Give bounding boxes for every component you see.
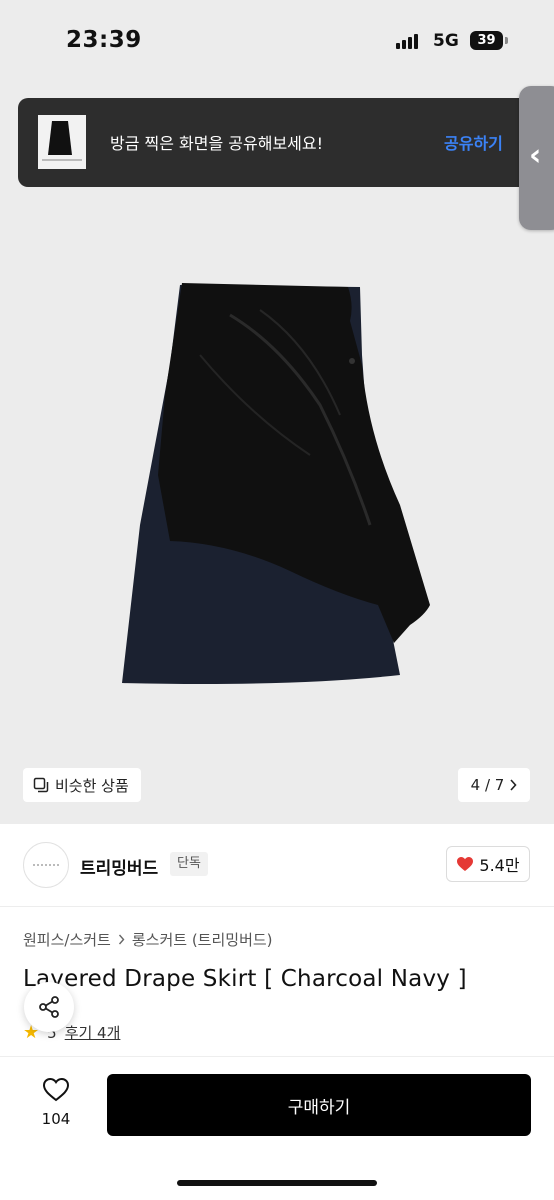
bottom-action-bar: 104 구매하기 [0, 1056, 554, 1200]
chevron-right-icon [118, 934, 125, 945]
brand-like-count: 5.4만 [479, 856, 520, 875]
brand-like-button[interactable]: 5.4만 [446, 846, 530, 882]
breadcrumb-subcategory[interactable]: 롱스커트 (트리밍버드) [132, 929, 273, 950]
similar-items-icon [33, 777, 49, 793]
network-type: 5G [433, 31, 459, 51]
share-icon [39, 996, 59, 1018]
battery-icon: 39 [470, 31, 503, 50]
share-fab[interactable] [24, 982, 74, 1032]
product-title: Layered Drape Skirt [ Charcoal Navy ] [23, 966, 467, 992]
wishlist-button[interactable]: 104 [30, 1077, 82, 1128]
home-indicator [177, 1180, 377, 1186]
signal-icon [396, 33, 422, 49]
side-panel-handle[interactable]: ‹ [519, 86, 554, 230]
heart-icon [457, 857, 474, 871]
similar-products-label: 비슷한 상품 [55, 776, 129, 795]
reviews-link[interactable]: 후기 4개 [65, 1022, 121, 1043]
brand-logo[interactable] [23, 842, 69, 888]
status-time: 23:39 [66, 27, 142, 53]
brand-row: 트리밍버드 단독 5.4만 [0, 824, 554, 906]
heart-outline-icon [42, 1077, 70, 1102]
chevron-left-icon: ‹ [529, 138, 542, 173]
screenshot-share-toast[interactable]: 방금 찍은 화면을 공유해보세요! 공유하기 [18, 98, 538, 187]
wishlist-count: 104 [41, 1110, 71, 1128]
similar-products-button[interactable]: 비슷한 상품 [23, 768, 141, 802]
divider [0, 906, 554, 907]
buy-button[interactable]: 구매하기 [107, 1074, 531, 1136]
share-button[interactable]: 공유하기 [444, 130, 503, 154]
screenshot-thumbnail[interactable] [38, 115, 86, 169]
product-gallery[interactable]: 비슷한 상품 4 / 7 [0, 80, 554, 824]
battery-cap [505, 37, 508, 44]
toast-message: 방금 찍은 화면을 공유해보세요! [110, 134, 324, 153]
breadcrumb: 원피스/스커트 롱스커트 (트리밍버드) [23, 929, 273, 950]
chevron-right-icon [510, 779, 517, 791]
exclusive-badge: 단독 [170, 852, 208, 876]
brand-name[interactable]: 트리밍버드 [80, 854, 158, 879]
status-bar: 23:39 5G 39 [0, 0, 554, 80]
product-image [122, 283, 430, 684]
page-indicator: 4 / 7 [470, 776, 505, 794]
image-page-counter[interactable]: 4 / 7 [458, 768, 530, 802]
breadcrumb-category[interactable]: 원피스/스커트 [23, 929, 111, 950]
